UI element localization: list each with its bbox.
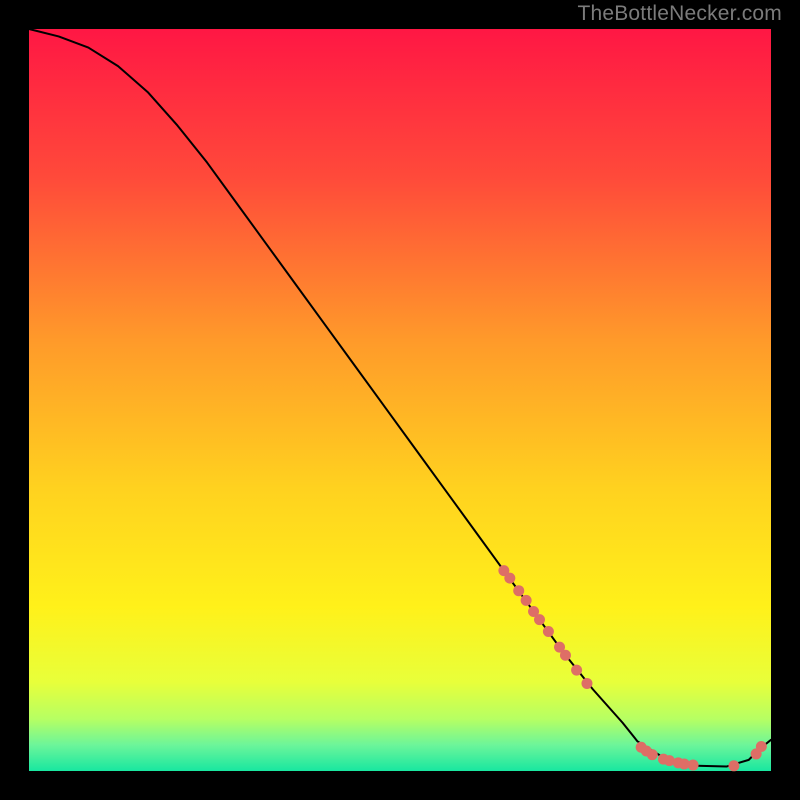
data-marker bbox=[581, 678, 592, 689]
data-marker bbox=[560, 650, 571, 661]
data-marker bbox=[504, 573, 515, 584]
data-marker bbox=[688, 760, 699, 771]
data-marker bbox=[571, 665, 582, 676]
chart-canvas bbox=[0, 0, 800, 800]
data-marker bbox=[521, 595, 532, 606]
chart-frame: TheBottleNecker.com bbox=[0, 0, 800, 800]
data-marker bbox=[513, 585, 524, 596]
data-marker bbox=[543, 626, 554, 637]
gradient-background bbox=[29, 29, 771, 771]
data-marker bbox=[534, 614, 545, 625]
data-marker bbox=[647, 749, 658, 760]
data-marker bbox=[756, 741, 767, 752]
watermark-text: TheBottleNecker.com bbox=[577, 2, 782, 26]
data-marker bbox=[728, 760, 739, 771]
